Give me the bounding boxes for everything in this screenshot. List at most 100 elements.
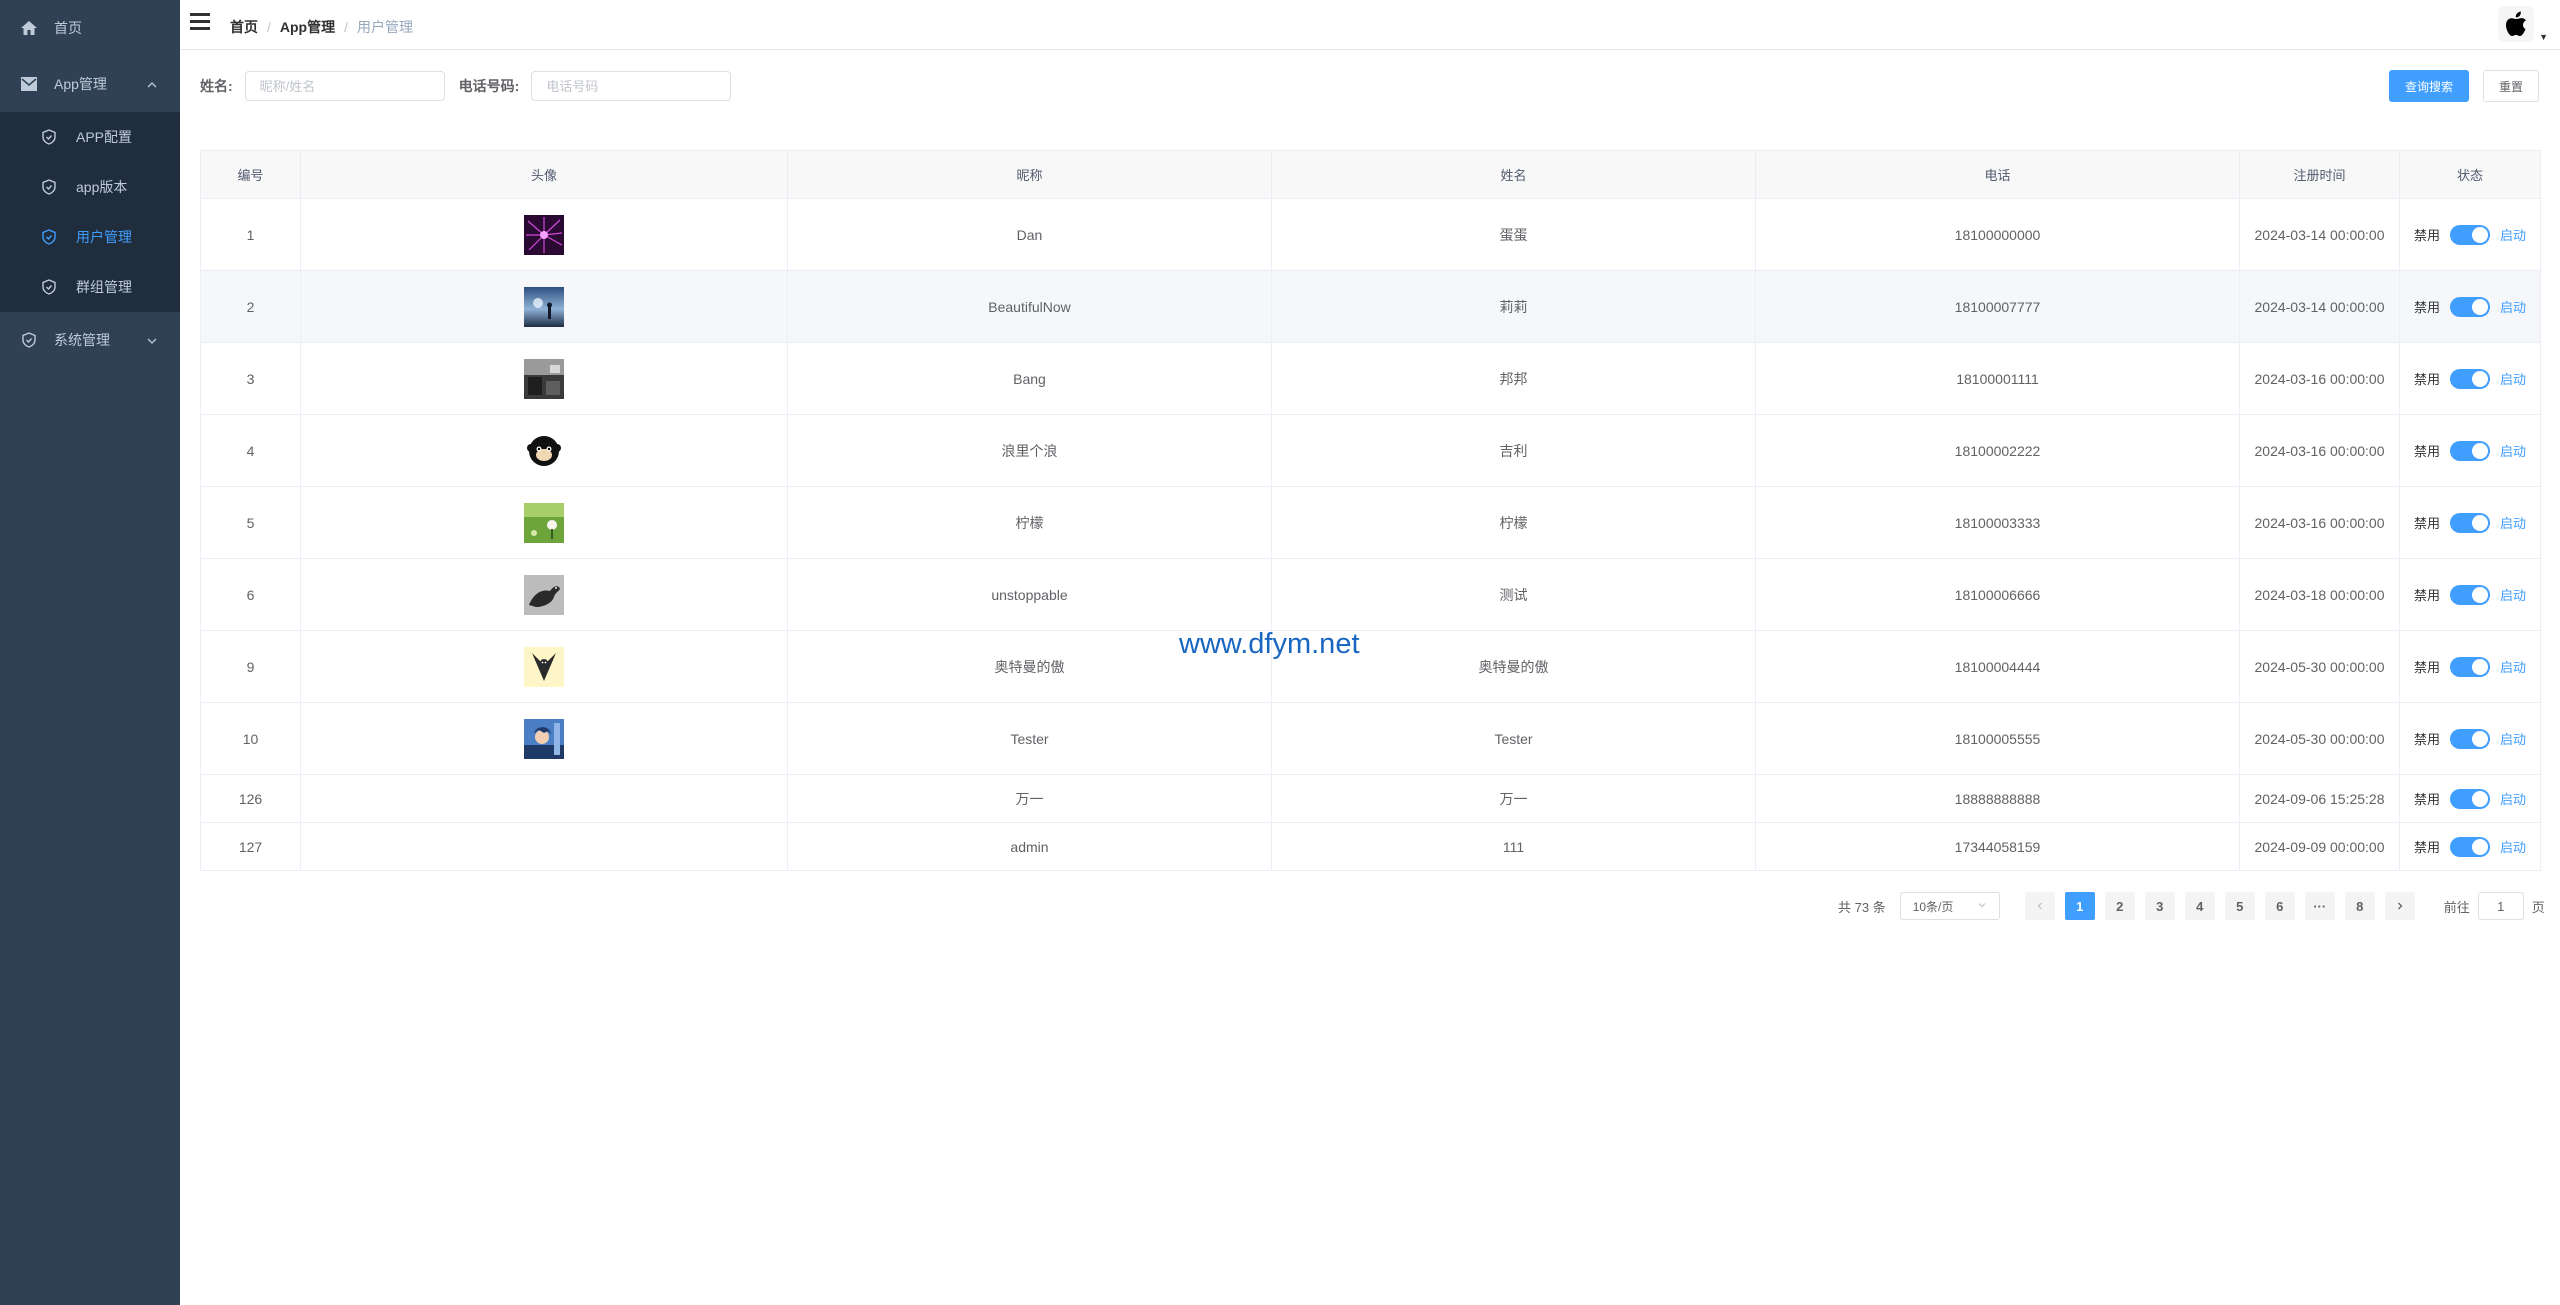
status-on-label: 启动 [2500,228,2527,243]
table-row[interactable]: 3 Bang 邦邦 18100001111 2024-03-16 00:00:00 禁用 启… [200,342,2541,415]
cell-register-time: 2024-03-16 00:00:00 [2239,342,2400,415]
sidebar-item-label: 用户管理 [76,229,132,245]
table-row[interactable]: 6 unstoppable 测试 18100006666 2024-03-18 00:0… [200,558,2541,631]
hamburger-menu-icon[interactable] [190,13,210,33]
sidebar-item-app-management[interactable]: App管理 [0,59,180,109]
status-toggle[interactable] [2450,512,2490,533]
cell-id: 2 [200,270,301,343]
status-off-label: 禁用 [2413,372,2440,387]
sidebar-item-app-config[interactable]: APP配置 [0,112,180,162]
chevron-down-icon [146,334,158,350]
caret-down-icon: ▼ [2539,32,2548,42]
column-header-status[interactable]: 状态 [2399,150,2541,199]
shield-icon [40,178,58,196]
phone-search-input[interactable] [531,71,732,101]
cell-nickname: admin [787,822,1272,871]
page-number-button[interactable]: 3 [2144,892,2175,920]
cell-register-time: 2024-03-14 00:00:00 [2239,270,2400,343]
page-number-button[interactable]: 5 [2224,892,2255,920]
page-number-button[interactable]: 8 [2344,892,2375,920]
column-header-phone[interactable]: 电话 [1755,150,2240,199]
status-toggle[interactable] [2450,728,2490,749]
table-row[interactable]: 10 Tester Tester 18100005555 2024-05-30 00:0… [200,702,2541,775]
chevron-down-icon [1977,899,1987,913]
search-form: 姓名: 电话号码: [200,70,745,102]
cell-status: 禁用 启动 [2399,414,2541,487]
page-jump-input[interactable] [2477,892,2524,920]
status-toggle[interactable] [2450,368,2490,389]
status-toggle[interactable] [2450,836,2490,857]
cell-status: 禁用 启动 [2399,702,2541,775]
cell-phone: 18100001111 [1755,342,2240,415]
cell-avatar [300,270,788,343]
page-number-button[interactable]: 2 [2104,892,2135,920]
prev-page-button[interactable] [2024,892,2055,920]
table-row[interactable]: 127 admin 111 17344058159 2024-09-09 00:00:0… [200,822,2541,871]
next-page-button[interactable] [2384,892,2415,920]
cell-phone: 18100005555 [1755,702,2240,775]
name-search-input[interactable] [244,71,445,101]
status-off-label: 禁用 [2413,444,2440,459]
status-toggle[interactable] [2450,656,2490,677]
table-row[interactable]: 1 Dan 蛋蛋 18100000000 2024-03-14 00:00:00 禁用 启动 [200,198,2541,271]
table-row[interactable]: 2 BeautifulNow 莉莉 18100007777 2024-03-14 00:… [200,270,2541,343]
cell-avatar [300,822,788,871]
cell-status: 禁用 启动 [2399,486,2541,559]
cell-id: 4 [200,414,301,487]
status-off-label: 禁用 [2413,228,2440,243]
user-avatar-dropdown[interactable]: ▼ [2498,6,2548,44]
cell-avatar [300,198,788,271]
watermark: www.dfym.net [1179,628,1360,660]
table-row[interactable]: 5 柠檬 柠檬 18100003333 2024-03-16 00:00:00 禁用 启动 [200,486,2541,559]
column-header-register-time[interactable]: 注册时间 [2239,150,2400,199]
sidebar-item-system-management[interactable]: 系统管理 [0,315,180,365]
page-size-select[interactable]: 10条/页 [1899,892,2000,920]
status-on-label: 启动 [2500,732,2527,747]
shield-icon [40,278,58,296]
status-off-label: 禁用 [2413,588,2440,603]
cell-nickname: unstoppable [787,558,1272,631]
cell-name: Tester [1271,702,1756,775]
status-toggle[interactable] [2450,224,2490,245]
cell-avatar [300,774,788,823]
column-header-name[interactable]: 姓名 [1271,150,1756,199]
status-toggle[interactable] [2450,584,2490,605]
sidebar-item-group-management[interactable]: 群组管理 [0,262,180,312]
column-header-avatar[interactable]: 头像 [300,150,788,199]
sidebar-item-label: app版本 [76,179,128,195]
cell-register-time: 2024-05-30 00:00:00 [2239,702,2400,775]
page-number-button[interactable]: 1 [2064,892,2095,920]
breadcrumb-separator: / [344,19,348,35]
cell-id: 6 [200,558,301,631]
page-number-button[interactable]: 6 [2264,892,2295,920]
cell-phone: 18100002222 [1755,414,2240,487]
reset-button[interactable]: 重置 [2483,70,2539,102]
search-button[interactable]: 查询搜索 [2389,70,2469,102]
breadcrumb-app-management[interactable]: App管理 [280,17,335,37]
breadcrumb-home[interactable]: 首页 [230,17,258,37]
table-row[interactable]: 4 浪里个浪 吉利 18100002222 2024-03-16 00:00:00 禁用 启… [200,414,2541,487]
sidebar-item-user-management[interactable]: 用户管理 [0,212,180,262]
cell-status: 禁用 启动 [2399,270,2541,343]
cell-name: 蛋蛋 [1271,198,1756,271]
sidebar-item-app-version[interactable]: app版本 [0,162,180,212]
status-on-label: 启动 [2500,372,2527,387]
avatar [524,502,564,543]
column-header-id[interactable]: 编号 [200,150,301,199]
cell-avatar [300,414,788,487]
page-ellipsis[interactable]: ··· [2304,892,2335,920]
sidebar-item-label: APP配置 [76,129,133,145]
cell-name: 邦邦 [1271,342,1756,415]
status-toggle[interactable] [2450,440,2490,461]
jump-suffix: 页 [2531,899,2545,915]
status-toggle[interactable] [2450,788,2490,809]
avatar [524,286,564,327]
sidebar-item-label: 首页 [54,20,82,36]
status-off-label: 禁用 [2413,732,2440,747]
table-row[interactable]: 9 奥特曼的傲 奥特曼的傲 18100004444 2024-05-30 00:00:0… [200,630,2541,703]
page-number-button[interactable]: 4 [2184,892,2215,920]
status-toggle[interactable] [2450,296,2490,317]
table-row[interactable]: 126 万一 万一 18888888888 2024-09-06 15:25:28 禁用启… [200,774,2541,823]
column-header-nickname[interactable]: 昵称 [787,150,1272,199]
sidebar-item-home[interactable]: 首页 [0,3,180,53]
